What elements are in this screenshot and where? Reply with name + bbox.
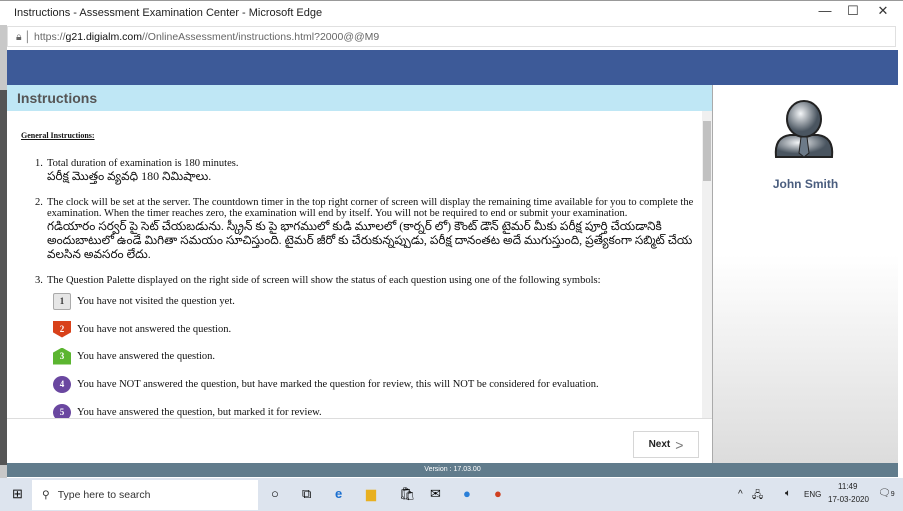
- cortana-icon[interactable]: ○: [271, 486, 279, 501]
- answered-marked-badge: 5: [53, 403, 71, 418]
- network-icon[interactable]: 🖧︎: [752, 488, 763, 505]
- mail-icon[interactable]: ✉: [430, 486, 441, 502]
- window-titlebar: Instructions - Assessment Examination Ce…: [0, 0, 903, 25]
- symbol-row: 1 You have not visited the question yet.: [53, 292, 235, 310]
- close-button[interactable]: ✕: [868, 3, 898, 19]
- taskbar: ⊞ ⚲ Type here to search ○ ⧉ e ▆ 🛍︎ ✉ ● ● …: [0, 478, 903, 511]
- symbol-row: 2 You have not answered the question.: [53, 320, 231, 338]
- instruction-item: 3. The Question Palette displayed on the…: [35, 275, 601, 286]
- site-header: [7, 50, 898, 85]
- lock-icon: 🔒︎: [16, 31, 22, 43]
- clock-date[interactable]: 17-03-2020: [828, 495, 869, 504]
- user-avatar-icon: [774, 100, 834, 158]
- clock-time[interactable]: 11:49: [838, 482, 857, 491]
- edge-icon[interactable]: e: [335, 486, 342, 501]
- not-answered-badge: 2: [53, 320, 71, 338]
- symbol-row: 3 You have answered the question.: [53, 347, 215, 365]
- tray-chevron-icon[interactable]: ^: [738, 489, 743, 500]
- not-visited-badge: 1: [53, 292, 71, 310]
- symbol-row: 5 You have answered the question, but mar…: [53, 403, 322, 418]
- minimize-button[interactable]: —: [810, 3, 840, 18]
- notification-center-icon[interactable]: 🗨︎9: [878, 488, 895, 499]
- action-bar: Next >: [7, 418, 712, 463]
- taskbar-search[interactable]: ⚲ Type here to search: [32, 480, 258, 510]
- general-instructions-label: General Instructions:: [21, 131, 95, 140]
- chevron-right-icon: >: [675, 436, 684, 453]
- symbol-row: 4 You have NOT answered the question, but…: [53, 375, 599, 393]
- page-title: Instructions: [7, 85, 712, 111]
- next-button[interactable]: Next >: [633, 431, 699, 458]
- window-edge: [0, 90, 7, 465]
- answered-badge: 3: [53, 347, 71, 365]
- maximize-button[interactable]: ☐: [838, 3, 868, 19]
- scrollbar-thumb[interactable]: [703, 121, 711, 181]
- language-indicator[interactable]: ENG: [804, 490, 821, 499]
- file-explorer-icon[interactable]: ▆: [366, 486, 376, 502]
- window-title: Instructions - Assessment Examination Ce…: [14, 7, 323, 19]
- user-name: John Smith: [772, 177, 839, 191]
- app-icon[interactable]: ●: [463, 486, 471, 501]
- instruction-item: 1. Total duration of examination is 180 …: [35, 158, 239, 183]
- user-panel: John Smith: [712, 85, 898, 463]
- instruction-item: 2. The clock will be set at the server. …: [35, 197, 694, 261]
- windows-start-icon[interactable]: ⊞: [12, 486, 23, 502]
- volume-icon[interactable]: 🔈︎: [785, 488, 791, 499]
- instructions-content: General Instructions: 1. Total duration …: [7, 111, 702, 418]
- marked-review-badge: 4: [53, 375, 71, 393]
- powerpoint-icon[interactable]: ●: [494, 486, 502, 501]
- version-footer: Version : 17.03.00: [7, 463, 898, 477]
- search-icon: ⚲: [42, 489, 50, 501]
- task-view-icon[interactable]: ⧉: [302, 486, 311, 502]
- store-icon[interactable]: 🛍︎: [399, 486, 416, 502]
- content-scrollbar[interactable]: [702, 111, 712, 418]
- address-bar[interactable]: 🔒︎ │ https://g21.digialm.com//OnlineAsse…: [7, 26, 896, 47]
